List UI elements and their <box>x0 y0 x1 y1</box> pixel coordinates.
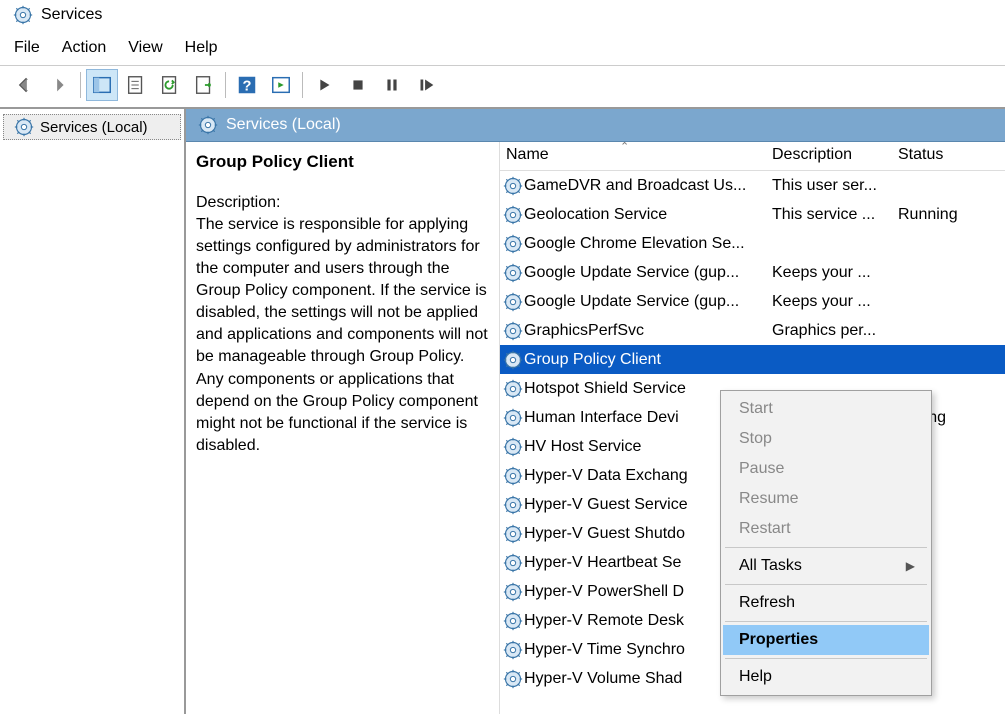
gear-icon <box>500 466 524 486</box>
properties-toolbar-button[interactable] <box>120 69 152 101</box>
context-resume[interactable]: Resume <box>723 484 929 514</box>
service-row[interactable]: Group Policy Client <box>500 345 1005 374</box>
context-menu: Start Stop Pause Resume Restart All Task… <box>720 390 932 696</box>
service-name-cell: Google Chrome Elevation Se... <box>524 235 772 253</box>
context-pause[interactable]: Pause <box>723 454 929 484</box>
toolbar: ? <box>0 65 1005 107</box>
service-name-cell: GraphicsPerfSvc <box>524 322 772 340</box>
show-hide-action-pane-button[interactable] <box>265 69 297 101</box>
gear-icon <box>500 205 524 225</box>
gear-icon <box>500 263 524 283</box>
column-header-status[interactable]: Status <box>898 146 1005 164</box>
start-service-button[interactable] <box>308 69 340 101</box>
toolbar-separator <box>302 72 303 98</box>
service-name-cell: GameDVR and Broadcast Us... <box>524 177 772 195</box>
gear-icon <box>14 117 34 137</box>
toolbar-separator <box>225 72 226 98</box>
show-hide-tree-button[interactable] <box>86 69 118 101</box>
column-header-description[interactable]: Description <box>772 146 898 164</box>
svg-text:?: ? <box>243 79 252 95</box>
service-row[interactable]: Google Update Service (gup...Keeps your … <box>500 287 1005 316</box>
context-properties[interactable]: Properties <box>723 625 929 655</box>
gear-icon <box>500 611 524 631</box>
gear-icon <box>198 115 218 135</box>
service-name-cell: Google Update Service (gup... <box>524 264 772 282</box>
tree-root-services-local[interactable]: Services (Local) <box>3 114 181 140</box>
context-separator <box>725 547 927 548</box>
context-separator <box>725 621 927 622</box>
menu-bar: File Action View Help <box>0 33 1005 65</box>
detail-panel: Group Policy Client Description: The ser… <box>186 142 500 714</box>
refresh-toolbar-button[interactable] <box>154 69 186 101</box>
context-separator <box>725 584 927 585</box>
help-toolbar-button[interactable]: ? <box>231 69 263 101</box>
service-desc-cell: This service ... <box>772 206 898 224</box>
gear-icon <box>500 350 524 370</box>
context-all-tasks[interactable]: All Tasks ▶ <box>723 551 929 581</box>
gear-icon <box>500 640 524 660</box>
service-row[interactable]: Google Chrome Elevation Se... <box>500 229 1005 258</box>
stop-service-button[interactable] <box>342 69 374 101</box>
forward-button[interactable] <box>43 69 75 101</box>
service-name-cell: Geolocation Service <box>524 206 772 224</box>
detail-description-text: The service is responsible for applying … <box>196 214 493 457</box>
gear-icon <box>500 582 524 602</box>
context-separator <box>725 658 927 659</box>
gear-icon <box>500 495 524 515</box>
gear-icon <box>500 379 524 399</box>
menu-file[interactable]: File <box>14 39 40 57</box>
window-title: Services <box>41 6 102 24</box>
gear-icon <box>500 669 524 689</box>
service-desc-cell: Keeps your ... <box>772 264 898 282</box>
title-bar: Services <box>0 0 1005 33</box>
column-header-name[interactable]: Name <box>500 146 772 164</box>
restart-service-button[interactable] <box>410 69 442 101</box>
context-restart[interactable]: Restart <box>723 514 929 544</box>
service-row[interactable]: GraphicsPerfSvcGraphics per... <box>500 316 1005 345</box>
context-all-tasks-label: All Tasks <box>739 557 802 575</box>
context-refresh[interactable]: Refresh <box>723 588 929 618</box>
context-help[interactable]: Help <box>723 662 929 692</box>
export-list-button[interactable] <box>188 69 220 101</box>
gear-icon <box>500 321 524 341</box>
menu-action[interactable]: Action <box>62 39 106 57</box>
service-name-cell: Google Update Service (gup... <box>524 293 772 311</box>
toolbar-separator <box>80 72 81 98</box>
back-button[interactable] <box>9 69 41 101</box>
gear-icon <box>500 524 524 544</box>
service-status-cell: Running <box>898 206 1005 224</box>
submenu-arrow-icon: ▶ <box>906 559 915 573</box>
gear-icon <box>500 176 524 196</box>
gear-icon <box>500 437 524 457</box>
column-headers: ⌃ Name Description Status <box>500 142 1005 171</box>
service-row[interactable]: GameDVR and Broadcast Us...This user ser… <box>500 171 1005 200</box>
pause-service-button[interactable] <box>376 69 408 101</box>
pane-header: Services (Local) <box>186 109 1005 142</box>
console-tree[interactable]: Services (Local) <box>0 109 186 714</box>
menu-help[interactable]: Help <box>185 39 218 57</box>
gear-icon <box>500 553 524 573</box>
service-desc-cell: This user ser... <box>772 177 898 195</box>
sort-indicator-icon: ⌃ <box>620 142 629 153</box>
gear-icon <box>500 292 524 312</box>
context-stop[interactable]: Stop <box>723 424 929 454</box>
tree-root-label: Services (Local) <box>40 119 148 136</box>
service-row[interactable]: Geolocation ServiceThis service ...Runni… <box>500 200 1005 229</box>
gear-icon <box>500 234 524 254</box>
gear-icon <box>500 408 524 428</box>
services-app-icon <box>13 5 33 25</box>
service-desc-cell: Graphics per... <box>772 322 898 340</box>
pane-header-label: Services (Local) <box>226 116 341 134</box>
context-start[interactable]: Start <box>723 394 929 424</box>
menu-view[interactable]: View <box>128 39 162 57</box>
service-row[interactable]: Google Update Service (gup...Keeps your … <box>500 258 1005 287</box>
detail-description-label: Description: <box>196 194 493 212</box>
detail-service-name: Group Policy Client <box>196 152 493 172</box>
service-name-cell: Group Policy Client <box>524 351 772 369</box>
service-desc-cell: Keeps your ... <box>772 293 898 311</box>
